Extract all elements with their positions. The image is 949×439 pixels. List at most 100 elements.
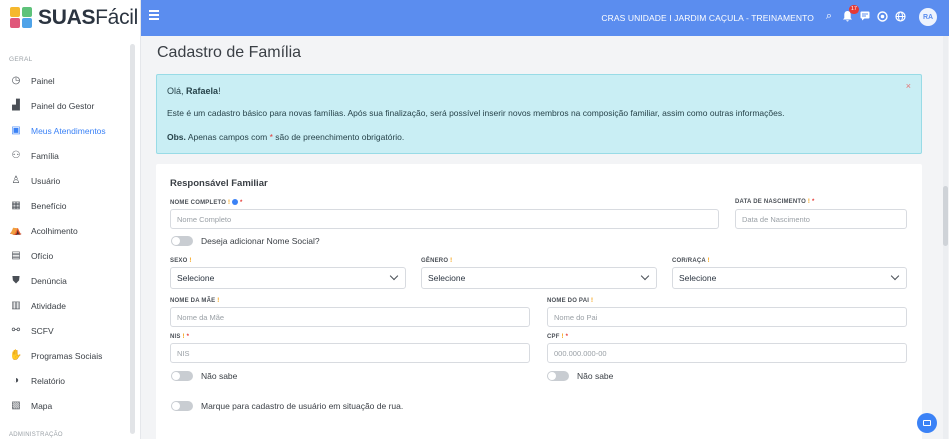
info-icon[interactable] [232,199,239,205]
menu-toggle-icon[interactable] [149,10,159,22]
sidebar-item[interactable]: ▧ Mapa [0,393,140,418]
sidebar-item-label: Atividade [31,300,66,311]
alert-close-button[interactable]: × [906,81,911,91]
cpf-nao-sabe-label: Não sabe [577,371,614,381]
nome-pai-label: NOME DO PAI ! [547,298,594,304]
sidebar-item[interactable]: ♙ Usuário [0,168,140,193]
family-icon: ⚇ [11,150,21,161]
sidebar-item-label: Relatório [31,375,66,386]
chat-fab-button[interactable] [917,413,937,433]
alert-message: Este é um cadastro básico para novas fam… [167,108,785,118]
pie-chart-icon: ◑ [12,375,20,386]
map-icon: ▧ [11,400,21,411]
nis-nao-sabe-label: Não sabe [201,371,238,381]
sidebar-item[interactable]: ⛊ Denúncia [0,268,140,293]
globe-icon[interactable] [893,9,907,23]
dashboard-icon: ◷ [11,75,21,86]
support-icon[interactable] [875,9,889,23]
chevron-down-icon [389,271,399,281]
alert-greeting: Olá, Rafaela! [167,86,221,96]
sidebar-item-label: Programas Sociais [31,350,103,361]
user-avatar[interactable]: RA [919,8,937,26]
nome-social-toggle[interactable] [171,236,193,246]
sidebar-item[interactable]: ⚇ Família [0,143,140,168]
sidebar-item-label: Família [31,150,59,161]
sexo-select[interactable]: Selecione [170,267,406,289]
cor-raca-label: COR/RAÇA ! [672,258,710,264]
activity-icon: ▥ [11,300,21,311]
sexo-label: SEXO ! [170,258,192,264]
search-icon[interactable]: ⌕ [822,9,836,23]
shelter-icon: ⛺ [9,225,23,236]
sidebar-scrollbar[interactable] [130,44,135,434]
sidebar-item[interactable]: ▤ Ofício [0,243,140,268]
user-icon: ♙ [11,175,21,186]
benefit-icon: ▦ [11,200,21,211]
situacao-rua-row: Marque para cadastro de usuário em situa… [171,401,403,411]
sidebar-item-label: Benefício [31,200,67,211]
sidebar-item-label: Usuário [31,175,61,186]
id-card-icon: ▣ [11,125,21,136]
alert-obs: Obs. Apenas campos com * são de preenchi… [167,132,405,142]
chevron-down-icon [890,271,900,281]
document-icon: ▤ [11,250,21,261]
sidebar-item[interactable]: ▟ Painel do Gestor [0,93,140,118]
chat-icon[interactable] [858,9,872,23]
section-title: Responsável Familiar [170,178,268,189]
cpf-nao-sabe-row: Não sabe [547,371,613,381]
sidebar-item-label: Ofício [31,250,54,261]
app-logo[interactable]: SUASFácil [0,0,140,36]
sidebar-item[interactable]: ▦ Benefício [0,193,140,218]
nome-completo-label: NOME COMPLETO ! * [170,199,243,206]
sidebar-item-label: Meus Atendimentos [31,125,106,136]
sidebar-item[interactable]: ⚯ SCFV [0,318,140,343]
sidebar-item[interactable]: ⛺ Acolhimento [0,218,140,243]
message-icon [923,420,931,426]
situacao-rua-toggle[interactable] [171,401,193,411]
page-title: Cadastro de Família [157,44,302,61]
nome-mae-input[interactable]: Nome da Mãe [170,307,530,327]
sidebar: SUASFácil GERAL ◷ Painel ▟ Painel do Gestor… [0,0,141,439]
nome-social-row: Deseja adicionar Nome Social? [171,236,320,246]
nome-social-label: Deseja adicionar Nome Social? [201,236,320,246]
data-nascimento-label: DATA DE NASCIMENTO ! * [735,199,815,205]
user-name: Rafaela [186,86,219,96]
main-content: Cadastro de Família × Olá, Rafaela! Este… [141,36,949,439]
sidebar-section-admin: ADMINISTRAÇÃO [9,432,63,438]
sidebar-item-label: SCFV [31,325,54,336]
sidebar-nav: ◷ Painel ▟ Painel do Gestor ▣ Meus Atendiment… [0,68,140,418]
form-card: Responsável Familiar NOME COMPLETO ! * N… [156,164,922,439]
unit-selector[interactable]: CRAS UNIDADE I JARDIM CAÇULA - TREINAMEN… [601,13,814,23]
situacao-rua-label: Marque para cadastro de usuário em situa… [201,401,404,411]
nome-mae-label: NOME DA MÃE ! [170,298,220,304]
sidebar-item-label: Mapa [31,400,53,411]
data-nascimento-input[interactable]: Data de Nascimento [735,209,907,229]
nome-completo-input[interactable]: Nome Completo [170,209,719,229]
cpf-input[interactable]: 000.000.000-00 [547,343,907,363]
logo-mark-icon [10,7,34,29]
sidebar-item[interactable]: ◷ Painel [0,68,140,93]
chart-icon: ▟ [12,100,20,111]
nis-label: NIS ! * [170,334,190,340]
nis-nao-sabe-toggle[interactable] [171,371,193,381]
genero-select[interactable]: Selecione [421,267,657,289]
bell-icon[interactable]: 17 [840,5,859,23]
sidebar-item[interactable]: ✋ Programas Sociais [0,343,140,368]
handshake-icon: ✋ [9,350,23,361]
page-scrollbar[interactable] [943,36,948,439]
cpf-nao-sabe-toggle[interactable] [547,371,569,381]
nome-pai-input[interactable]: Nome do Pai [547,307,907,327]
sidebar-item-label: Painel [31,75,55,86]
sidebar-item[interactable]: ▥ Atividade [0,293,140,318]
logo-text: SUASFácil [38,6,138,29]
cor-raca-select[interactable]: Selecione [672,267,907,289]
sidebar-item[interactable]: ▣ Meus Atendimentos [0,118,140,143]
shield-icon: ⛊ [12,275,20,286]
genero-label: GÊNERO ! [421,258,453,264]
nis-input[interactable]: NIS [170,343,530,363]
sidebar-item-label: Painel do Gestor [31,100,95,111]
top-bar: CRAS UNIDADE I JARDIM CAÇULA - TREINAMEN… [141,0,949,36]
cpf-label: CPF ! * [547,334,569,340]
nis-nao-sabe-row: Não sabe [171,371,237,381]
sidebar-item[interactable]: ◑ Relatório [0,368,140,393]
